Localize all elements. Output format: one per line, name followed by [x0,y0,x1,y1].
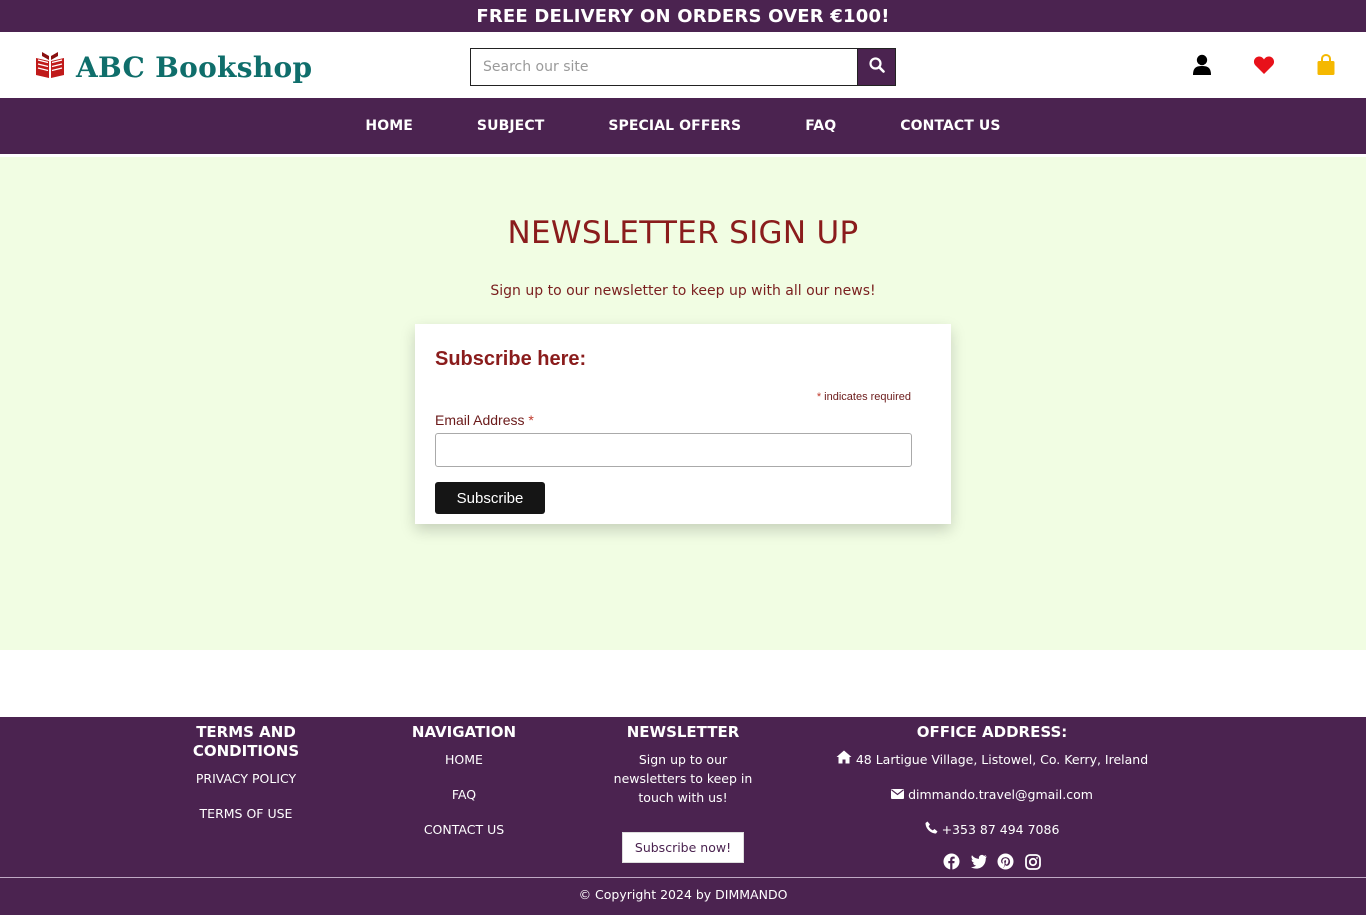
social-links [832,853,1152,870]
email-required-asterisk: * [528,412,534,428]
logo-text: ABC Bookshop [76,50,313,84]
instagram-icon[interactable] [1024,853,1041,870]
user-icon [1192,54,1212,80]
footer-terms-of-use-link[interactable]: TERMS OF USE [186,804,306,823]
page-lead: Sign up to our newsletter to keep up wit… [490,283,876,299]
facebook-icon[interactable] [943,853,960,870]
office-email-text: dimmando.travel@gmail.com [908,787,1093,802]
email-field[interactable] [435,433,912,467]
subscribe-button[interactable]: Subscribe [435,482,545,514]
email-label-text: Email Address [435,412,525,428]
page-title: NEWSLETTER SIGN UP [507,215,859,251]
cart-button[interactable] [1313,53,1339,80]
site-footer: TERMS AND CONDITIONS PRIVACY POLICY TERM… [0,717,1366,915]
search-icon [868,57,885,77]
main-nav: HOME SUBJECT SPECIAL OFFERS FAQ CONTACT … [0,98,1366,154]
footer-subscribe-button[interactable]: Subscribe now! [621,832,745,863]
site-logo[interactable]: ABC Bookshop [34,50,312,84]
footer-navigation-column: NAVIGATION HOME FAQ CONTACT US [404,723,524,839]
nav-special-offers[interactable]: SPECIAL OFFERS [608,118,741,134]
nav-subject[interactable]: SUBJECT [477,118,544,134]
envelope-icon [891,785,905,804]
pinterest-icon[interactable] [997,853,1014,870]
promo-text: FREE DELIVERY ON ORDERS OVER €100! [476,5,890,27]
footer-privacy-policy-link[interactable]: PRIVACY POLICY [186,769,306,788]
nav-faq[interactable]: FAQ [805,118,836,134]
form-heading: Subscribe here: [435,348,587,370]
site-header: ABC Bookshop [0,32,1366,98]
search-bar [470,48,896,86]
required-asterisk: * [816,391,822,403]
footer-navigation-heading: NAVIGATION [411,723,517,741]
footer-office-column: OFFICE ADDRESS: 48 Lartigue Village, Lis… [832,723,1152,870]
footer-faq-link[interactable]: FAQ [404,785,524,804]
search-button[interactable] [857,48,896,86]
required-note-text: indicates required [824,391,911,403]
promo-bar: FREE DELIVERY ON ORDERS OVER €100! [0,0,1366,32]
footer-newsletter-column: NEWSLETTER Sign up to our newsletters to… [603,723,763,863]
twitter-icon[interactable] [970,853,987,870]
office-phone[interactable]: +353 87 494 7086 [832,820,1152,839]
nav-home[interactable]: HOME [365,118,413,134]
required-note: * indicates required [817,391,911,403]
footer-terms-column: TERMS AND CONDITIONS PRIVACY POLICY TERM… [186,723,306,823]
account-button[interactable] [1189,54,1215,80]
shopping-bag-icon [1316,53,1336,80]
footer-terms-heading: TERMS AND CONDITIONS [192,723,300,760]
footer-office-heading: OFFICE ADDRESS: [916,723,1068,741]
office-address-text: 48 Lartigue Village, Listowel, Co. Kerry… [855,752,1149,767]
footer-divider [0,877,1366,878]
home-icon [836,750,852,769]
heart-icon [1253,55,1275,79]
newsletter-section: NEWSLETTER SIGN UP Sign up to our newsle… [0,157,1366,650]
subscribe-form: Subscribe here: * indicates required Ema… [415,324,951,524]
wishlist-button[interactable] [1251,54,1277,80]
search-input[interactable] [470,48,857,86]
office-email[interactable]: dimmando.travel@gmail.com [832,785,1152,804]
footer-newsletter-heading: NEWSLETTER [626,723,740,741]
book-logo-icon [34,50,66,84]
copyright-text: © Copyright 2024 by DIMMANDO [578,887,788,902]
phone-icon [925,820,938,839]
office-address: 48 Lartigue Village, Listowel, Co. Kerry… [832,750,1152,769]
email-label: Email Address * [435,412,534,428]
footer-home-link[interactable]: HOME [404,750,524,769]
footer-contact-link[interactable]: CONTACT US [404,820,524,839]
footer-newsletter-text: Sign up to our newsletters to keep in to… [613,752,753,805]
office-phone-text: +353 87 494 7086 [941,822,1060,837]
nav-contact-us[interactable]: CONTACT US [900,118,1000,134]
